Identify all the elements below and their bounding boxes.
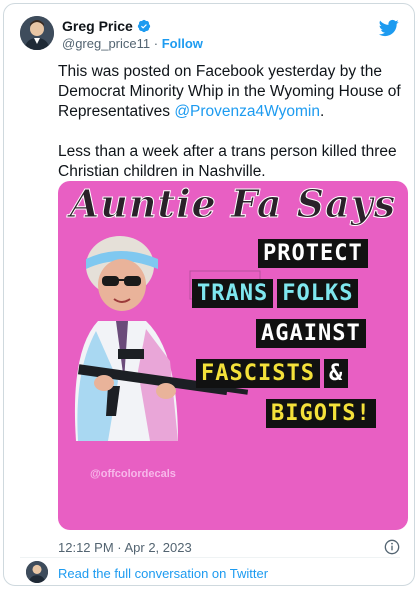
twitter-logo-icon[interactable] [378, 18, 400, 38]
tweet-media-image[interactable]: Auntie Fa Says PROTECT TRANS FOLKS AGAIN… [58, 181, 408, 530]
slogan-word: FOLKS [277, 279, 359, 308]
read-full-conversation-link[interactable]: Read the full conversation on Twitter [58, 566, 268, 581]
slogan-line-4: FASCISTS & [196, 359, 352, 388]
tweet-paragraph-1-end: . [320, 103, 325, 120]
author-display-name[interactable]: Greg Price [62, 18, 133, 34]
author-avatar[interactable] [20, 16, 54, 50]
slogan-word: BIGOTS! [266, 399, 376, 428]
slogan-word: & [323, 359, 349, 388]
tweet-paragraph-2: Less than a week after a trans person ki… [58, 143, 397, 180]
author-name-row[interactable]: Greg Price [62, 18, 151, 34]
author-handle[interactable]: @greg_price11 [62, 36, 150, 51]
author-handle-row: @greg_price11 · Follow [62, 36, 203, 51]
slogan-line-1: PROTECT [258, 239, 372, 268]
footer-divider [20, 557, 400, 558]
slogan-line-3: AGAINST [256, 319, 370, 348]
tweet-text: This was posted on Facebook yesterday by… [58, 62, 408, 182]
embedded-tweet-card: Greg Price @greg_price11 · Follow This w… [3, 3, 415, 586]
slogan-word: TRANS [192, 279, 274, 308]
follow-button[interactable]: Follow [162, 36, 203, 51]
separator-dot: · [153, 36, 159, 51]
slogan-word: FASCISTS [196, 359, 320, 388]
reply-avatar[interactable] [26, 561, 48, 583]
info-icon[interactable] [384, 539, 400, 555]
slogan-line-5: BIGOTS! [266, 399, 380, 428]
slogan-word: AGAINST [256, 319, 366, 348]
mention-link[interactable]: @Provenza4Wyomin [174, 103, 320, 120]
slogan-line-2: TRANS FOLKS [192, 279, 362, 308]
slogan-word: PROTECT [258, 239, 368, 268]
verified-badge-icon [137, 19, 150, 33]
tweet-timestamp[interactable]: 12:12 PM · Apr 2, 2023 [58, 540, 192, 555]
tweet-paragraph-1: This was posted on Facebook yesterday by… [58, 62, 408, 122]
media-watermark: @offcolordecals [90, 468, 176, 480]
